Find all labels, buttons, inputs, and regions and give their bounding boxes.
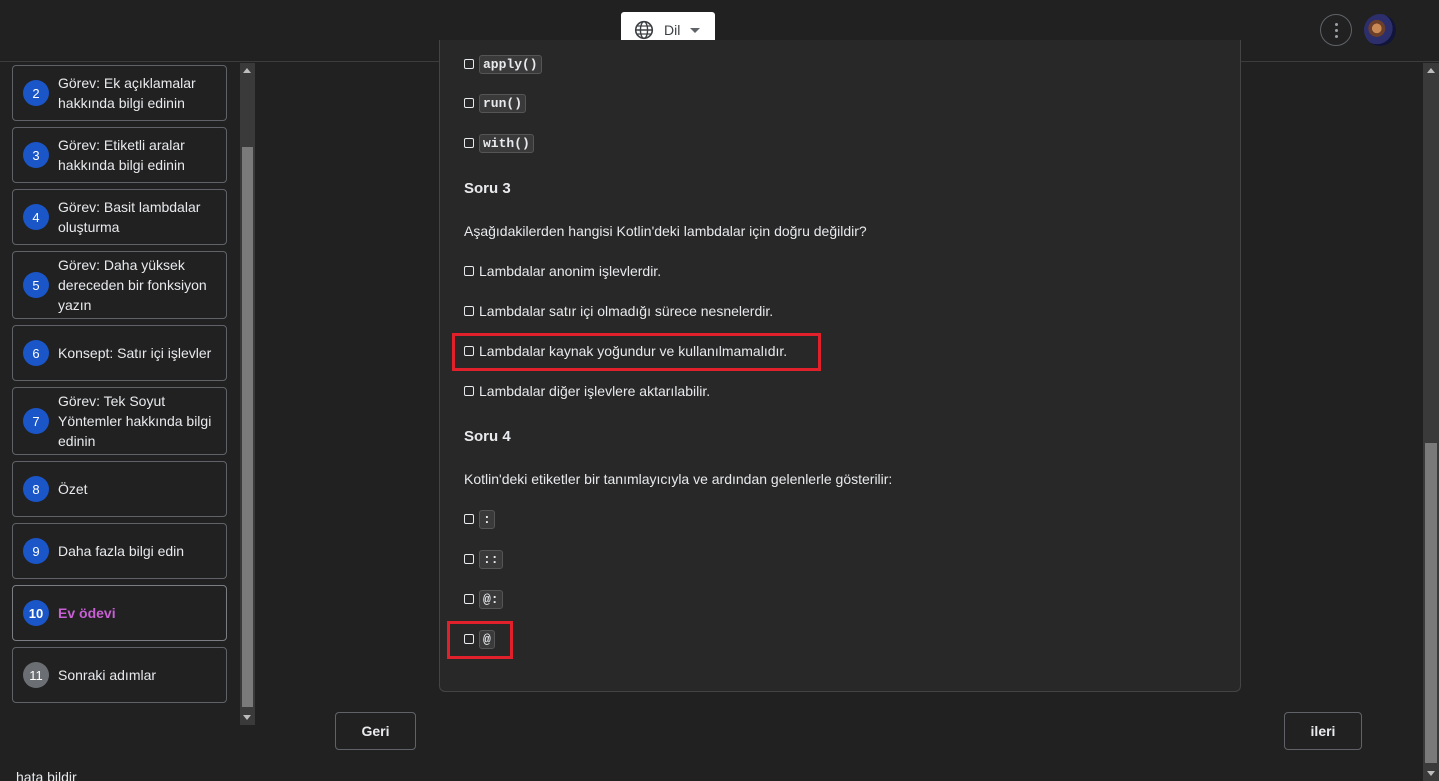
next-button[interactable]: ileri bbox=[1284, 712, 1362, 750]
sidebar-item-label: Sonraki adımlar bbox=[58, 667, 157, 683]
q4-option-3[interactable]: @: bbox=[464, 588, 503, 610]
sidebar-item-label: Görev: Ek açıklamalar hakkında bilgi edi… bbox=[58, 75, 196, 111]
step-number: 10 bbox=[23, 600, 49, 626]
sidebar-item-7[interactable]: 7 Görev: Tek Soyut Yöntemler hakkında bi… bbox=[12, 387, 227, 455]
q3-option-2[interactable]: Lambdalar satır içi olmadığı sürece nesn… bbox=[464, 300, 773, 322]
sidebar-item-3[interactable]: 3 Görev: Etiketli aralar hakkında bilgi … bbox=[12, 127, 227, 183]
sidebar-item-label: Daha fazla bilgi edin bbox=[58, 543, 185, 559]
highlight-box-q3 bbox=[452, 333, 821, 371]
sidebar-item-label: Görev: Basit lambdalar oluşturma bbox=[58, 199, 201, 235]
q3-option-4[interactable]: Lambdalar diğer işlevlere aktarılabilir. bbox=[464, 380, 710, 402]
sidebar-item-8[interactable]: 8 Özet bbox=[12, 461, 227, 517]
step-number: 5 bbox=[23, 272, 49, 298]
sidebar-scrollbar[interactable] bbox=[240, 63, 255, 725]
scrollbar-thumb[interactable] bbox=[242, 147, 253, 707]
checkbox[interactable] bbox=[464, 306, 474, 316]
q4-option-2[interactable]: :: bbox=[464, 548, 503, 570]
question-4-text: Kotlin'deki etiketler bir tanımlayıcıyla… bbox=[464, 471, 893, 487]
option-text: Lambdalar anonim işlevlerdir. bbox=[479, 263, 662, 279]
step-number: 6 bbox=[23, 340, 49, 366]
step-number: 3 bbox=[23, 142, 49, 168]
checkbox[interactable] bbox=[464, 514, 474, 524]
option-text: Lambdalar satır içi olmadığı sürece nesn… bbox=[479, 303, 774, 319]
sidebar-item-6[interactable]: 6 Konsept: Satır içi işlevler bbox=[12, 325, 227, 381]
step-number: 2 bbox=[23, 80, 49, 106]
option-text: Lambdalar diğer işlevlere aktarılabilir. bbox=[479, 383, 711, 399]
globe-icon bbox=[634, 20, 654, 40]
sidebar-item-label: Görev: Daha yüksek dereceden bir fonksiy… bbox=[58, 257, 207, 313]
checkbox[interactable] bbox=[464, 138, 474, 148]
option-code: :: bbox=[479, 549, 503, 569]
question-3-text: Aşağıdakilerden hangisi Kotlin'deki lamb… bbox=[464, 223, 867, 239]
main-scrollbar[interactable] bbox=[1423, 63, 1439, 781]
checkbox[interactable] bbox=[464, 59, 474, 69]
checkbox[interactable] bbox=[464, 594, 474, 604]
q2-option-1[interactable]: apply() bbox=[464, 53, 542, 75]
sidebar-item-9[interactable]: 9 Daha fazla bilgi edin bbox=[12, 523, 227, 579]
sidebar-item-label: Ev ödevi bbox=[58, 605, 116, 621]
q2-option-3[interactable]: with() bbox=[464, 132, 534, 154]
step-number: 4 bbox=[23, 204, 49, 230]
sidebar-item-label: Konsept: Satır içi işlevler bbox=[58, 345, 212, 361]
option-code: run() bbox=[479, 93, 527, 113]
option-code: : bbox=[479, 509, 495, 529]
question-4-title: Soru 4 bbox=[464, 428, 511, 445]
sidebar-item-5[interactable]: 5 Görev: Daha yüksek dereceden bir fonks… bbox=[12, 251, 227, 319]
q3-option-1[interactable]: Lambdalar anonim işlevlerdir. bbox=[464, 260, 661, 282]
option-code: @: bbox=[479, 589, 503, 609]
scroll-down-icon[interactable] bbox=[243, 715, 251, 720]
checkbox[interactable] bbox=[464, 554, 474, 564]
step-number: 9 bbox=[23, 538, 49, 564]
scroll-up-icon[interactable] bbox=[243, 68, 251, 73]
chevron-down-icon bbox=[690, 27, 701, 33]
option-code: with() bbox=[479, 133, 534, 153]
sidebar-item-label: Özet bbox=[58, 481, 88, 497]
q4-option-1[interactable]: : bbox=[464, 508, 495, 530]
step-number: 8 bbox=[23, 476, 49, 502]
sidebar-item-label: Görev: Etiketli aralar hakkında bilgi ed… bbox=[58, 137, 185, 173]
scroll-up-icon[interactable] bbox=[1427, 68, 1435, 73]
step-number: 7 bbox=[23, 408, 49, 434]
highlight-box-q4 bbox=[447, 621, 513, 659]
checkbox[interactable] bbox=[464, 98, 474, 108]
sidebar-item-label: Görev: Tek Soyut Yöntemler hakkında bilg… bbox=[58, 393, 212, 449]
checkbox[interactable] bbox=[464, 266, 474, 276]
sidebar-item-11[interactable]: 11 Sonraki adımlar bbox=[12, 647, 227, 703]
scroll-down-icon[interactable] bbox=[1427, 771, 1435, 776]
report-bug-link[interactable]: hata bildir bbox=[16, 769, 77, 781]
avatar[interactable] bbox=[1364, 14, 1396, 46]
sidebar-item-2[interactable]: 2 Görev: Ek açıklamalar hakkında bilgi e… bbox=[12, 65, 227, 121]
more-vert-icon[interactable] bbox=[1320, 14, 1352, 46]
step-number: 11 bbox=[23, 662, 49, 688]
language-label: Dil bbox=[664, 22, 681, 38]
back-button[interactable]: Geri bbox=[335, 712, 416, 750]
scrollbar-thumb[interactable] bbox=[1425, 443, 1437, 763]
sidebar: 2 Görev: Ek açıklamalar hakkında bilgi e… bbox=[0, 63, 240, 725]
q2-option-2[interactable]: run() bbox=[464, 92, 527, 114]
checkbox[interactable] bbox=[464, 386, 474, 396]
question-3-title: Soru 3 bbox=[464, 180, 511, 197]
option-code: apply() bbox=[479, 54, 542, 74]
sidebar-item-4[interactable]: 4 Görev: Basit lambdalar oluşturma bbox=[12, 189, 227, 245]
sidebar-item-10[interactable]: 10 Ev ödevi bbox=[12, 585, 227, 641]
